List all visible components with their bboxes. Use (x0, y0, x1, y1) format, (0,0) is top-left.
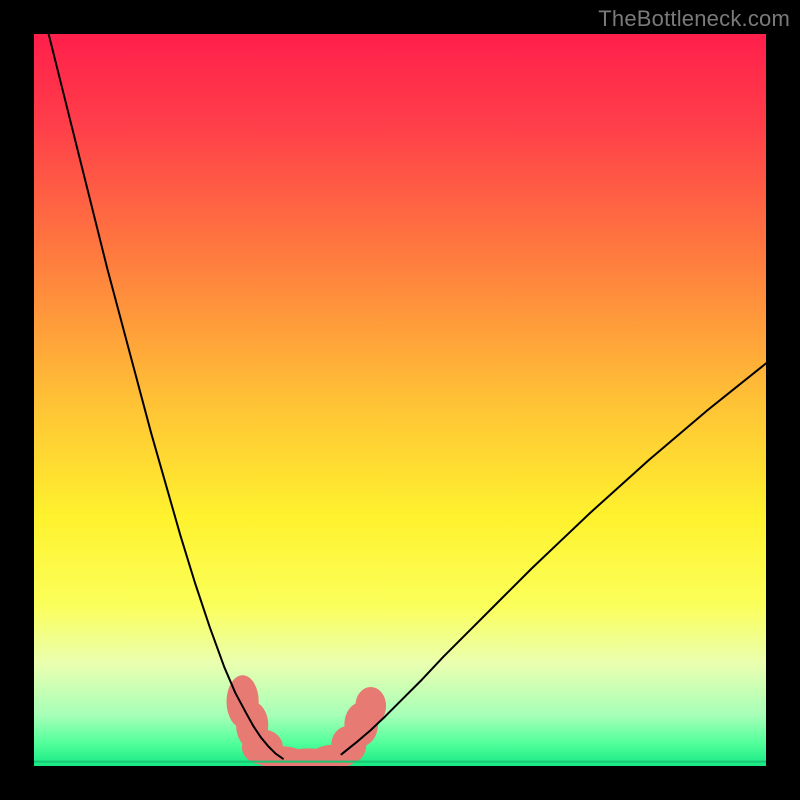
chart-svg (34, 34, 766, 766)
plot-area (34, 34, 766, 766)
chart-frame: TheBottleneck.com (0, 0, 800, 800)
gradient-bg (34, 34, 766, 766)
watermark-text: TheBottleneck.com (598, 6, 790, 32)
